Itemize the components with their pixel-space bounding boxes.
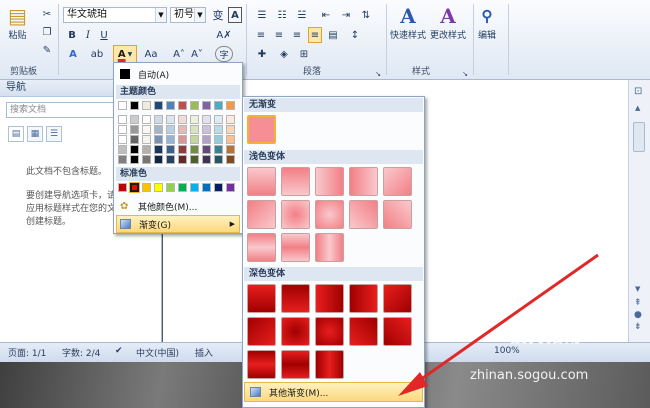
annotation-arrow	[398, 253, 599, 396]
